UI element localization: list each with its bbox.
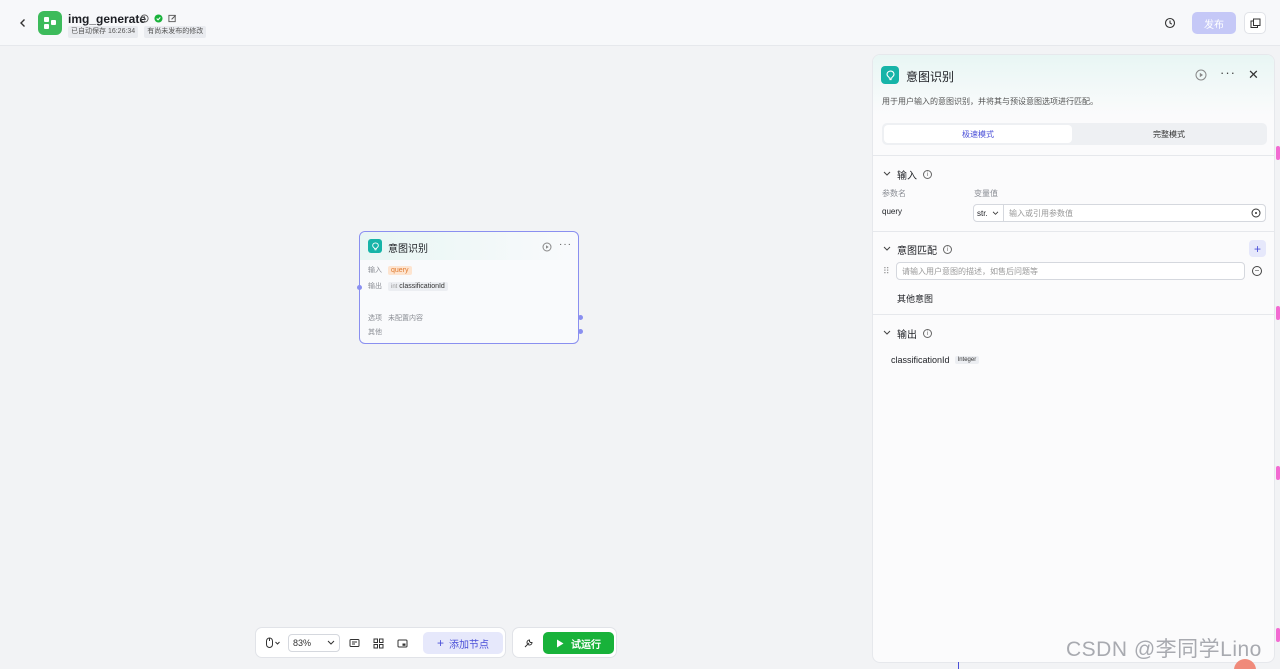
canvas-toolbar: 83% + 添加节点 xyxy=(255,627,506,658)
type-select-value: str. xyxy=(977,208,988,218)
edit-icon[interactable] xyxy=(167,13,177,23)
node-other-label: 其他 xyxy=(368,329,382,336)
chevron-down-icon xyxy=(327,640,335,645)
run-node-icon[interactable] xyxy=(542,241,552,252)
edge-marker xyxy=(1276,306,1280,320)
intent-icon xyxy=(881,66,899,84)
node-output-type: int xyxy=(391,283,398,290)
remove-intent-icon[interactable]: − xyxy=(1252,266,1262,276)
copy-icon[interactable] xyxy=(1244,12,1266,34)
play-icon xyxy=(557,639,564,647)
output-variable-name: classificationId xyxy=(891,355,950,365)
mouse-mode-icon[interactable] xyxy=(262,634,284,652)
history-icon[interactable] xyxy=(1161,14,1179,32)
comment-icon[interactable] xyxy=(346,634,362,652)
more-icon[interactable]: ··· xyxy=(559,239,572,250)
info-icon[interactable]: i xyxy=(943,245,952,254)
node-output-label: 输出 xyxy=(368,283,382,290)
zoom-value: 83% xyxy=(293,638,312,648)
edge-marker xyxy=(1276,146,1280,160)
node-output-value: classificationId xyxy=(399,282,445,290)
autosave-badge: 已自动保存 16:26:34 xyxy=(68,26,139,38)
node-options-label: 选项 xyxy=(368,315,382,322)
output-variable: classificationId Integer xyxy=(891,355,980,365)
panel-title: 意图识别 xyxy=(906,70,955,84)
connection-line xyxy=(958,662,959,669)
back-arrow-icon[interactable] xyxy=(14,14,32,32)
output-type-tag: Integer xyxy=(954,356,980,364)
node-options-value: 未配置内容 xyxy=(388,315,423,322)
plus-icon: + xyxy=(436,636,444,650)
edge-marker xyxy=(1276,628,1280,642)
node-config-panel: 意图识别 ··· ✕ 用于用户输入的意图识别，并将其与预设意图选项进行匹配。 极… xyxy=(872,54,1275,663)
debug-tool-icon[interactable] xyxy=(519,634,537,652)
test-run-label: 试运行 xyxy=(571,639,601,651)
intent-placeholder: 请输入用户意图的描述，如售后问题等 xyxy=(902,266,1038,276)
tab-fast-mode[interactable]: 极速模式 xyxy=(884,125,1072,143)
close-icon[interactable]: ✕ xyxy=(1248,67,1259,83)
run-toolbar: 试运行 xyxy=(512,627,617,658)
info-icon[interactable]: i xyxy=(923,170,932,179)
param-value-header: 变量值 xyxy=(974,189,998,198)
panel-description: 用于用户输入的意图识别，并将其与预设意图选项进行匹配。 xyxy=(882,97,1098,106)
node-input-tag: query xyxy=(388,265,412,275)
input-section-header[interactable]: 输入 i xyxy=(883,167,932,182)
watermark: CSDN @李同学Lino xyxy=(1066,638,1262,661)
intent-node-card[interactable]: 意图识别 ··· 输入 query 输出 int classificationI… xyxy=(357,231,583,344)
check-circle-icon xyxy=(153,13,163,23)
app-title: img_generate xyxy=(68,12,147,26)
output-section-title: 输出 xyxy=(897,330,917,341)
chevron-down-icon xyxy=(883,329,891,338)
intent-input[interactable]: 请输入用户意图的描述，如售后问题等 xyxy=(896,262,1245,280)
intent-section-title: 意图匹配 xyxy=(897,246,937,257)
tab-full-mode[interactable]: 完整模式 xyxy=(1075,125,1263,143)
param-name: query xyxy=(882,207,903,216)
chevron-down-icon xyxy=(992,211,998,215)
layout-icon[interactable] xyxy=(370,634,386,652)
param-value-placeholder: 输入或引用参数值 xyxy=(1009,208,1073,218)
run-node-icon[interactable] xyxy=(1195,69,1207,81)
options-output-port[interactable] xyxy=(578,315,583,320)
node-output-tag: int classificationId xyxy=(388,281,448,291)
edge-marker xyxy=(1276,466,1280,480)
more-icon[interactable]: ··· xyxy=(1220,65,1236,80)
variable-ref-icon[interactable] xyxy=(1251,208,1261,220)
param-value-field[interactable]: str. 输入或引用参数值 xyxy=(973,204,1266,222)
app-logo-icon xyxy=(38,11,62,35)
chevron-down-icon xyxy=(883,245,891,254)
input-section-title: 输入 xyxy=(897,171,917,182)
type-select[interactable]: str. xyxy=(974,205,1004,221)
add-node-label: 添加节点 xyxy=(449,639,489,651)
info-icon[interactable] xyxy=(139,13,149,23)
add-intent-button[interactable]: + xyxy=(1249,240,1266,257)
intent-icon xyxy=(368,239,382,253)
zoom-select[interactable]: 83% xyxy=(288,634,340,652)
minimap-icon[interactable] xyxy=(394,634,410,652)
add-node-button[interactable]: + 添加节点 xyxy=(423,632,503,654)
drag-handle-icon[interactable]: ⠿ xyxy=(883,266,890,277)
chevron-down-icon xyxy=(883,170,891,179)
unpublished-badge: 有尚未发布的修改 xyxy=(144,26,207,38)
info-icon[interactable]: i xyxy=(923,329,932,338)
node-title: 意图识别 xyxy=(388,244,428,255)
input-port[interactable] xyxy=(357,285,362,290)
other-intent-label: 其他意图 xyxy=(897,294,934,304)
mode-tabs: 极速模式 完整模式 xyxy=(882,123,1267,145)
output-section-header[interactable]: 输出 i xyxy=(883,326,932,341)
top-bar: img_generate 已自动保存 16:26:34 有尚未发布的修改 发布 xyxy=(0,0,1280,46)
other-output-port[interactable] xyxy=(578,329,583,334)
node-input-label: 输入 xyxy=(368,267,382,274)
publish-button[interactable]: 发布 xyxy=(1192,12,1236,34)
param-name-header: 参数名 xyxy=(882,189,906,198)
test-run-button[interactable]: 试运行 xyxy=(543,632,614,654)
intent-section-header[interactable]: 意图匹配 i xyxy=(883,242,952,257)
